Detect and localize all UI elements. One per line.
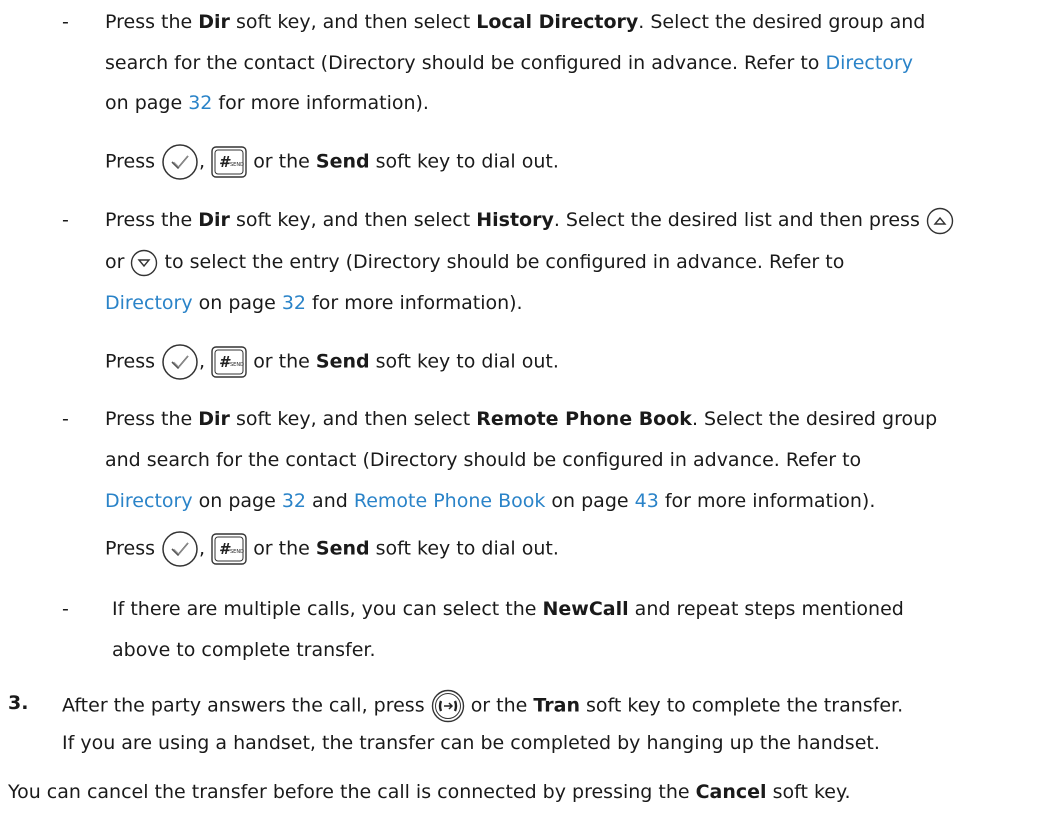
bullet-dash: - — [62, 11, 69, 33]
bullet-dash: - — [62, 209, 69, 231]
bullet3-line2: and search for the contact (Directory sh… — [105, 449, 862, 471]
up-key-icon — [926, 207, 954, 235]
page-link[interactable]: 32 — [282, 490, 306, 512]
footer-note: You can cancel the transfer before the c… — [8, 781, 851, 803]
bullet3-line3: Directory on page 32 and Remote Phone Bo… — [105, 490, 876, 512]
bullet3-line1: Press the Dir soft key, and then select … — [105, 408, 938, 430]
page-link[interactable]: 43 — [635, 490, 659, 512]
bullet2-line1: Press the Dir soft key, and then select … — [105, 206, 954, 234]
bullet-dash: - — [62, 408, 69, 430]
ok-key-icon — [161, 530, 199, 568]
svg-text:SEND: SEND — [230, 162, 244, 168]
ok-key-icon — [161, 343, 199, 381]
svg-text:SEND: SEND — [230, 549, 244, 555]
bullet3-press-line: Press , # SEND or the Send soft key to di… — [105, 530, 559, 567]
bullet1-line1: Press the Dir soft key, and then select … — [105, 11, 926, 33]
bullet1-line3: on page 32 for more information). — [105, 92, 429, 114]
down-key-icon — [130, 249, 158, 277]
bullet2-line2: or to select the entry (Directory should… — [105, 248, 844, 276]
transfer-key-icon — [431, 689, 465, 723]
svg-text:SEND: SEND — [230, 362, 244, 368]
remote-phone-book-link[interactable]: Remote Phone Book — [354, 490, 546, 512]
send-key-icon: # SEND — [211, 533, 247, 565]
step3-line1: After the party answers the call, press … — [62, 689, 903, 723]
bullet-dash: - — [62, 598, 69, 620]
page-link[interactable]: 32 — [188, 92, 212, 114]
bullet2-line3: Directory on page 32 for more informatio… — [105, 292, 523, 314]
step3-line2: If you are using a handset, the transfer… — [62, 732, 880, 754]
step-number: 3. — [8, 692, 29, 714]
page-link[interactable]: 32 — [282, 292, 306, 314]
directory-link[interactable]: Directory — [105, 292, 193, 314]
directory-link[interactable]: Directory — [825, 52, 913, 74]
bullet2-press-line: Press , # SEND or the Send soft key to di… — [105, 343, 559, 380]
send-key-icon: # SEND — [211, 346, 247, 378]
directory-link[interactable]: Directory — [105, 490, 193, 512]
bullet4-line1: If there are multiple calls, you can sel… — [112, 598, 904, 620]
ok-key-icon — [161, 143, 199, 181]
send-key-icon: # SEND — [211, 146, 247, 178]
bullet4-line2: above to complete transfer. — [112, 639, 376, 661]
bullet1-line2: search for the contact (Directory should… — [105, 52, 914, 74]
bullet1-press-line: Press , # SEND or the Send soft key to di… — [105, 143, 559, 180]
